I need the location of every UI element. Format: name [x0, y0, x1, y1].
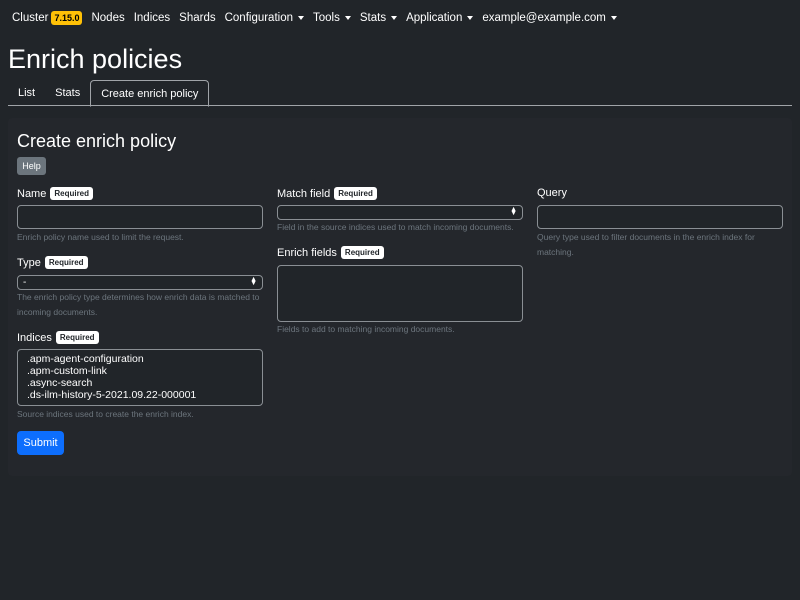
query-input[interactable]	[537, 205, 783, 229]
nav-label: example@example.com	[482, 12, 606, 24]
page-title: Enrich policies	[8, 44, 183, 74]
enrich-fields-hint: Fields to add to matching incoming docum…	[277, 324, 455, 334]
nav-brand[interactable]: Cluster 7.15.0	[12, 11, 83, 25]
submit-button[interactable]: Submit	[17, 431, 64, 455]
name-hint: Enrich policy name used to limit the req…	[17, 232, 184, 242]
nav-label: Nodes	[91, 12, 125, 24]
nav-shards[interactable]: Shards	[179, 12, 215, 24]
nav-configuration[interactable]: Configuration	[225, 12, 304, 24]
match-field-hint: Field in the source indices used to matc…	[277, 222, 514, 232]
label-text: Name	[17, 187, 47, 200]
index-option[interactable]: .apm-agent-configuration	[27, 353, 253, 365]
caret-down-icon	[391, 16, 398, 20]
enrich-fields-label: Enrich fields Required	[277, 246, 384, 259]
nav-application[interactable]: Application	[406, 12, 474, 24]
help-button[interactable]: Help	[17, 157, 46, 175]
type-hint: The enrich policy type determines how en…	[17, 292, 260, 317]
label-text: Query	[537, 187, 567, 199]
indices-multiselect[interactable]: .apm-agent-configuration .apm-custom-lin…	[17, 349, 263, 406]
query-hint: Query type used to filter documents in t…	[537, 232, 755, 257]
query-label: Query	[537, 187, 567, 199]
nav-label: Application	[406, 12, 463, 24]
match-field-select[interactable]: ▲ ▼	[277, 205, 523, 220]
nav-indices[interactable]: Indices	[134, 12, 170, 24]
type-value: -	[23, 277, 27, 288]
nav-label: Tools	[313, 12, 340, 24]
caret-down-icon	[467, 16, 474, 20]
nav-label: Shards	[179, 12, 216, 24]
match-field-label: Match field Required	[277, 187, 377, 200]
required-badge: Required	[340, 246, 384, 259]
type-select[interactable]: - ▲ ▼	[17, 275, 263, 290]
required-badge: Required	[55, 331, 99, 344]
caret-down-icon	[610, 16, 617, 20]
caret-down-icon	[298, 16, 304, 20]
indices-hint: Source indices used to create the enrich…	[17, 409, 194, 419]
label-text: Type	[17, 256, 41, 269]
form-title: Create enrich policy	[17, 131, 177, 151]
nav-label: Indices	[133, 12, 171, 24]
caret-down-icon	[344, 16, 351, 20]
top-navbar: Cluster 7.15.0 Nodes Indices Shards Confi…	[0, 0, 800, 36]
label-text: Indices	[17, 331, 52, 344]
required-badge: Required	[334, 187, 377, 200]
required-badge: Required	[50, 187, 94, 200]
brand-label: Cluster	[12, 12, 49, 24]
tab-stats[interactable]: Stats	[45, 80, 90, 105]
type-label: Type Required	[17, 256, 88, 269]
required-badge: Required	[44, 256, 88, 269]
index-option[interactable]: .apm-custom-link	[27, 365, 253, 377]
version-badge: 7.15.0	[51, 11, 83, 25]
tabs: List Stats Create enrich policy	[8, 80, 792, 107]
indices-label: Indices Required	[17, 331, 99, 344]
nav-user[interactable]: example@example.com	[482, 12, 617, 24]
tab-create-enrich-policy[interactable]: Create enrich policy	[90, 80, 210, 107]
nav-nodes[interactable]: Nodes	[91, 12, 124, 24]
index-option[interactable]: .ds-ilm-history-5-2021.09.22-000001	[27, 389, 253, 401]
nav-stats[interactable]: Stats	[359, 12, 398, 24]
enrich-fields-multiselect[interactable]	[277, 265, 523, 322]
nav-tools[interactable]: Tools	[313, 12, 351, 24]
name-label: Name Required	[17, 187, 94, 200]
label-text: Enrich fields	[277, 246, 337, 259]
label-text: Match field	[277, 187, 331, 200]
tab-list[interactable]: List	[8, 80, 45, 105]
nav-label: Configuration	[224, 12, 293, 24]
name-input[interactable]	[17, 205, 263, 229]
index-option[interactable]: .async-search	[27, 377, 253, 389]
select-arrows-icon: ▲ ▼	[510, 206, 517, 217]
nav-label: Stats	[359, 12, 387, 24]
select-arrows-icon: ▲ ▼	[250, 276, 257, 287]
